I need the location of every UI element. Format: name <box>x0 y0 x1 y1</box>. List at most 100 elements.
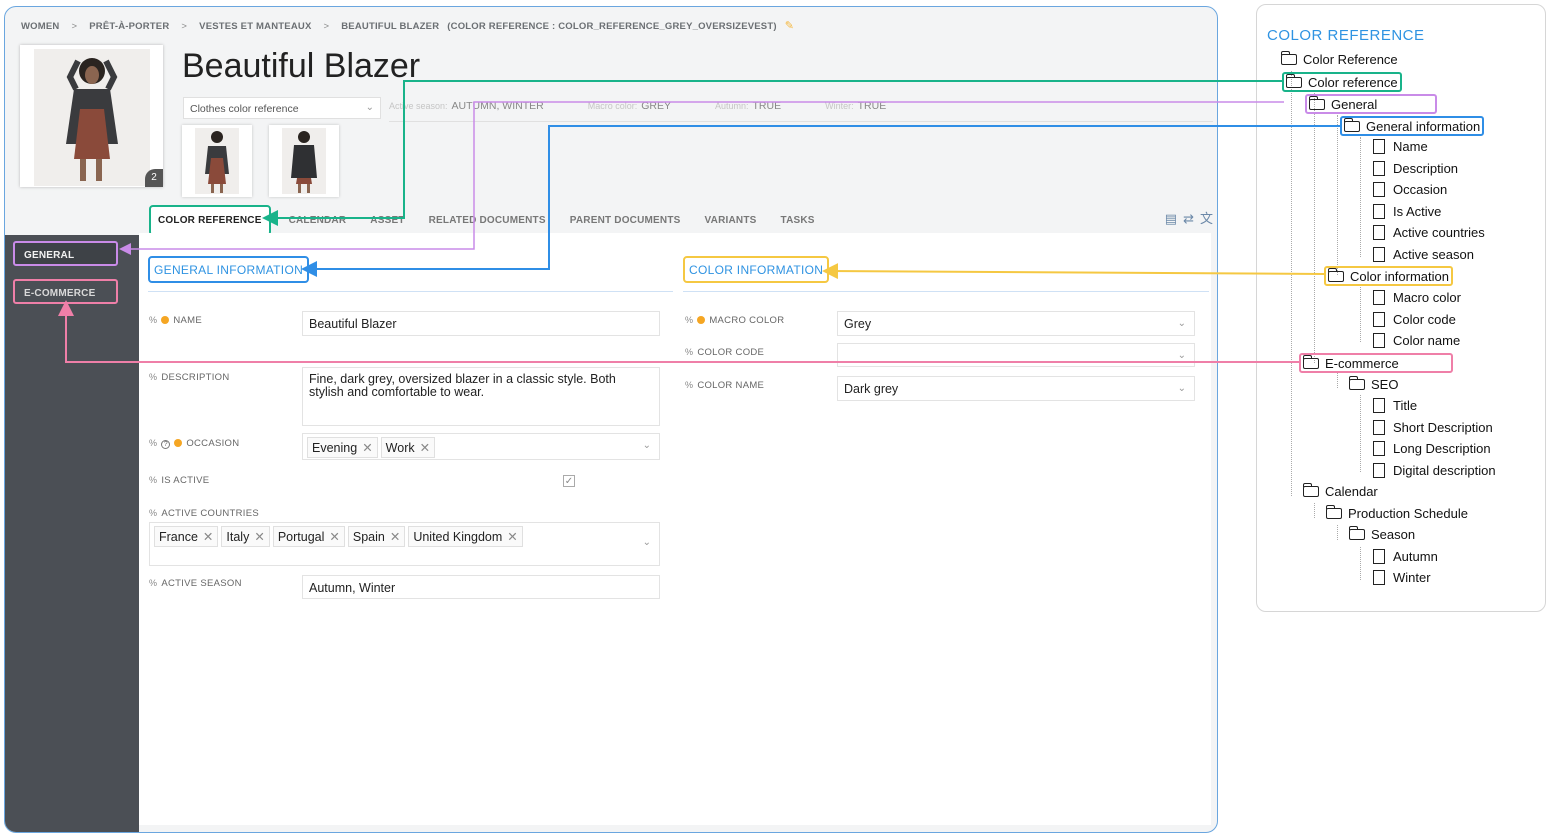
tree-node-digital-description[interactable]: Digital description <box>1373 462 1496 482</box>
folder-icon <box>1309 96 1325 110</box>
sidebar-item-e-commerce[interactable]: E-COMMERCE <box>13 279 118 304</box>
tree-node-general-information[interactable]: General information <box>1340 116 1485 136</box>
tree-node-seo[interactable]: SEO <box>1349 376 1398 396</box>
tree-node-season[interactable]: Season <box>1349 526 1415 546</box>
tree-node-color-reference[interactable]: Color reference <box>1282 72 1402 92</box>
remove-tag-icon[interactable]: ✕ <box>420 441 430 455</box>
tab-tasks[interactable]: TASKS <box>769 208 827 233</box>
tree-node-label: Is Active <box>1393 204 1442 219</box>
name-field[interactable]: Beautiful Blazer <box>302 311 660 336</box>
occasion-multiselect[interactable]: Evening ✕ Work ✕ ⌄ <box>302 433 660 460</box>
color-reference-select[interactable]: Clothes color reference ⌄ <box>183 97 381 119</box>
name-label: % NAME <box>149 315 202 326</box>
tree-node-color-information[interactable]: Color information <box>1324 266 1453 286</box>
active-season-field[interactable]: Autumn, Winter <box>302 575 660 599</box>
color-name-select[interactable]: Dark grey ⌄ <box>837 376 1195 401</box>
folder-icon <box>1303 483 1319 497</box>
tree-node-color-name[interactable]: Color name <box>1373 332 1460 352</box>
file-icon <box>1373 398 1385 413</box>
color-code-select[interactable]: ⌄ <box>837 343 1195 367</box>
tree-node-general[interactable]: General <box>1305 94 1437 114</box>
description-label-text: DESCRIPTION <box>161 372 230 383</box>
tree-node-name[interactable]: Name <box>1373 138 1428 158</box>
notes-icon[interactable]: ▤ <box>1165 211 1177 226</box>
file-icon <box>1373 441 1385 456</box>
help-icon[interactable]: ? <box>161 440 171 449</box>
file-icon <box>1373 247 1385 262</box>
workflow-icon[interactable]: ⇄ <box>1183 211 1194 226</box>
file-icon <box>1373 204 1385 219</box>
tree-node-occasion[interactable]: Occasion <box>1373 181 1447 201</box>
thumbnail-front[interactable] <box>182 125 252 197</box>
tree-node-production-schedule[interactable]: Production Schedule <box>1326 505 1468 525</box>
active-countries-multiselect[interactable]: France ✕ Italy ✕ Portugal ✕ Spain ✕ United Kingd… <box>149 522 660 566</box>
tree-node-active-countries[interactable]: Active countries <box>1373 224 1485 244</box>
macro-color-select[interactable]: Grey ⌄ <box>837 311 1195 336</box>
occasion-tag: Evening ✕ <box>307 437 378 458</box>
tab-asset[interactable]: ASSET <box>358 208 416 233</box>
section-divider <box>683 291 1209 292</box>
tree-node-label: Macro color <box>1393 290 1461 305</box>
file-icon <box>1373 420 1385 435</box>
tree-node-active-season[interactable]: Active season <box>1373 246 1474 266</box>
tag-label: Spain <box>352 530 385 544</box>
breadcrumb-item-vestes[interactable]: VESTES ET MANTEAUX <box>199 21 311 32</box>
remove-tag-icon[interactable]: ✕ <box>390 530 400 544</box>
thumbnail-back[interactable] <box>269 125 339 197</box>
tab-related-documents[interactable]: RELATED DOCUMENTS <box>417 208 558 233</box>
folder-icon <box>1344 118 1360 132</box>
tree-node-label: SEO <box>1371 377 1399 392</box>
is-active-checkbox[interactable]: ✓ <box>563 475 575 487</box>
tree-node-short-description[interactable]: Short Description <box>1373 419 1493 439</box>
tree-node-e-commerce[interactable]: E-commerce <box>1299 353 1453 373</box>
folder-icon <box>1349 526 1365 540</box>
meta-value: AUTUMN, WINTER <box>451 100 544 112</box>
sidebar-item-general[interactable]: GENERAL <box>13 241 118 266</box>
tree-node-color-reference-root[interactable]: Color Reference <box>1281 51 1398 71</box>
remove-tag-icon[interactable]: ✕ <box>507 530 517 544</box>
tab-color-reference[interactable]: COLOR REFERENCE <box>149 205 271 236</box>
file-icon <box>1373 225 1385 240</box>
chevron-down-icon: ⌄ <box>1177 350 1186 361</box>
breadcrumb-item-women[interactable]: WOMEN <box>21 21 59 32</box>
pencil-icon[interactable]: ✎ <box>785 19 794 32</box>
remove-tag-icon[interactable]: ✕ <box>254 530 264 544</box>
tree-node-label: Calendar <box>1325 484 1378 499</box>
file-icon <box>1373 570 1385 585</box>
meta-value: GREY <box>641 100 671 112</box>
tree-node-autumn[interactable]: Autumn <box>1373 548 1438 568</box>
occasion-label-text: OCCASION <box>186 438 240 449</box>
tree-node-title[interactable]: Title <box>1373 397 1417 417</box>
tab-toolbar: ▤ ⇄ 文 <box>1159 208 1213 227</box>
file-icon <box>1373 182 1385 197</box>
remove-tag-icon[interactable]: ✕ <box>203 530 213 544</box>
tree-node-color-code[interactable]: Color code <box>1373 311 1456 331</box>
tree-node-description[interactable]: Description <box>1373 160 1458 180</box>
active-season-label-text: ACTIVE SEASON <box>161 578 242 589</box>
country-tag: France ✕ <box>154 526 219 547</box>
tab-parent-documents[interactable]: PARENT DOCUMENTS <box>558 208 693 233</box>
main-product-image[interactable]: 2 <box>20 45 163 187</box>
tab-variants[interactable]: VARIANTS <box>693 208 769 233</box>
remove-tag-icon[interactable]: ✕ <box>329 530 339 544</box>
translate-icon[interactable]: 文 <box>1200 211 1213 226</box>
meta-label: Winter: <box>825 101 854 111</box>
thumbnail-photo <box>282 128 326 194</box>
description-label: % DESCRIPTION <box>149 372 230 383</box>
tree-node-calendar[interactable]: Calendar <box>1303 483 1378 503</box>
remove-tag-icon[interactable]: ✕ <box>362 441 372 455</box>
tree-node-winter[interactable]: Winter <box>1373 569 1431 589</box>
file-icon <box>1373 333 1385 348</box>
meta-value: TRUE <box>857 100 887 112</box>
tree-node-macro-color[interactable]: Macro color <box>1373 289 1461 309</box>
tree-node-is-active[interactable]: Is Active <box>1373 203 1441 223</box>
description-textarea[interactable]: Fine, dark grey, oversized blazer in a c… <box>302 367 660 426</box>
breadcrumb-item-pret-a-porter[interactable]: PRÊT-À-PORTER <box>89 21 169 32</box>
color-reference-tree-panel: COLOR REFERENCE Color Reference Color re… <box>1256 4 1546 612</box>
link-icon: % <box>149 508 158 518</box>
tab-calendar[interactable]: CALENDAR <box>277 208 359 233</box>
file-icon <box>1373 312 1385 327</box>
tree-node-long-description[interactable]: Long Description <box>1373 440 1491 460</box>
chevron-down-icon: ⌄ <box>365 102 374 113</box>
link-icon: % <box>685 315 694 325</box>
